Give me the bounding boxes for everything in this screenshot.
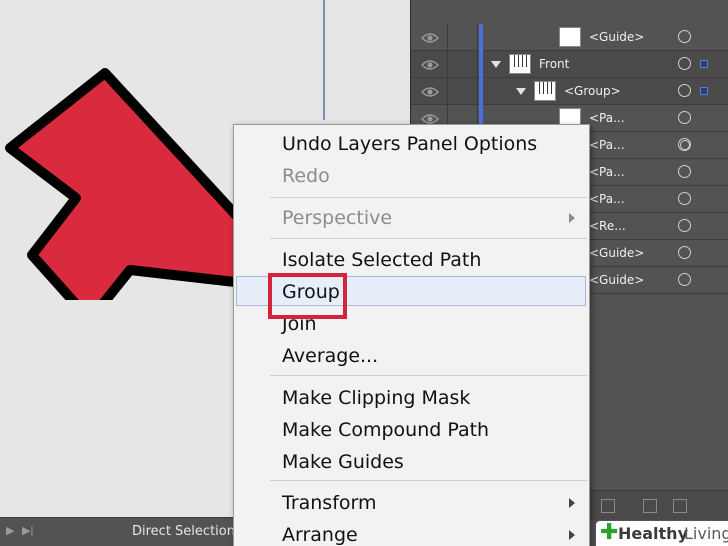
thumbnail-key-line [526, 55, 527, 67]
menu-separator [270, 375, 587, 376]
target-circle-icon[interactable] [678, 219, 691, 232]
selection-square-icon[interactable] [700, 60, 708, 68]
column-divider [447, 24, 448, 51]
layer-row[interactable]: <Guide> [411, 24, 728, 51]
column-divider [447, 78, 448, 105]
thumbnail-key-line [514, 55, 515, 67]
watermark-brand-light: Living [684, 524, 728, 543]
layer-name[interactable]: <Pa... [589, 192, 625, 206]
column-divider [447, 51, 448, 78]
menu-item-perspective[interactable]: Perspective [282, 203, 392, 233]
menu-separator [270, 197, 587, 198]
layer-name[interactable]: <Guide> [589, 30, 644, 44]
visibility-eye-icon[interactable] [421, 58, 439, 70]
layer-name[interactable]: <Guide> [589, 273, 644, 287]
plus-icon: ✚ [600, 520, 619, 545]
menu-separator [270, 238, 587, 239]
thumbnail-key-line [547, 82, 548, 94]
visibility-eye-icon[interactable] [421, 85, 439, 97]
menu-item-make-clipping-mask[interactable]: Make Clipping Mask [282, 383, 470, 413]
layer-color-bar [479, 24, 483, 51]
layer-color-bar [479, 51, 483, 78]
menu-item-average[interactable]: Average... [282, 341, 378, 371]
last-artboard-icon[interactable]: ▶| [22, 524, 33, 537]
target-circle-icon[interactable] [678, 192, 691, 205]
layer-name[interactable]: Front [539, 57, 569, 71]
menu-item-make-compound-path[interactable]: Make Compound Path [282, 415, 489, 445]
submenu-arrow-icon [569, 498, 575, 508]
layer-row[interactable]: Front [411, 51, 728, 78]
column-divider [477, 24, 478, 51]
menu-item-transform[interactable]: Transform [282, 488, 377, 518]
target-circle-icon[interactable] [678, 57, 691, 70]
target-circle-icon[interactable] [678, 246, 691, 259]
thumbnail-key-line [551, 82, 552, 94]
column-divider [477, 78, 478, 105]
menu-item-isolate-selected-path[interactable]: Isolate Selected Path [282, 245, 481, 275]
submenu-arrow-icon [569, 213, 575, 223]
layer-name[interactable]: <Pa... [589, 138, 625, 152]
target-circle-icon[interactable] [678, 30, 691, 43]
previous-artboard-icon[interactable]: ▶ [6, 524, 14, 537]
expand-triangle-icon[interactable] [491, 61, 501, 68]
layer-name[interactable]: <Guide> [589, 246, 644, 260]
selection-square-icon[interactable] [700, 87, 708, 95]
clipping-mask-icon[interactable] [601, 499, 615, 513]
watermark-logo: ✚ Healthy Living [596, 521, 728, 546]
context-menu: Undo Layers Panel Options Redo Perspective… [233, 124, 590, 546]
thumbnail-key-line [518, 55, 519, 67]
layer-thumbnail [534, 81, 556, 101]
new-layer-icon[interactable] [643, 499, 657, 513]
layer-thumbnail [509, 54, 531, 74]
current-tool-label[interactable]: Direct Selection [132, 524, 235, 539]
menu-item-redo[interactable]: Redo [282, 161, 330, 191]
menu-separator [270, 480, 587, 481]
expand-triangle-icon[interactable] [516, 88, 526, 95]
layer-name[interactable]: <Group> [564, 84, 621, 98]
column-divider [477, 51, 478, 78]
thumbnail-key-line [543, 82, 544, 94]
target-circle-icon[interactable] [678, 165, 691, 178]
visibility-eye-icon[interactable] [421, 31, 439, 43]
menu-item-make-guides[interactable]: Make Guides [282, 447, 404, 477]
visibility-eye-icon[interactable] [421, 112, 439, 124]
submenu-arrow-icon [569, 530, 575, 540]
layer-color-bar [479, 78, 483, 105]
target-circle-icon[interactable] [678, 111, 691, 124]
target-circle-icon[interactable] [678, 138, 691, 151]
layer-name[interactable]: <Pa... [589, 165, 625, 179]
watermark-brand-strong: Healthy [618, 524, 688, 543]
menu-item-arrange[interactable]: Arrange [282, 520, 358, 546]
thumbnail-key-line [539, 82, 540, 94]
layer-thumbnail [559, 27, 581, 47]
thumbnail-key-line [522, 55, 523, 67]
layer-row[interactable]: <Group> [411, 78, 728, 105]
trash-icon[interactable] [673, 499, 687, 513]
menu-item-undo-layers-panel-options[interactable]: Undo Layers Panel Options [282, 129, 537, 159]
layer-name[interactable]: <Re... [589, 219, 626, 233]
target-circle-icon[interactable] [678, 84, 691, 97]
group-highlight-box [268, 273, 347, 319]
layer-name[interactable]: <Pa... [589, 111, 625, 125]
target-circle-icon[interactable] [678, 273, 691, 286]
